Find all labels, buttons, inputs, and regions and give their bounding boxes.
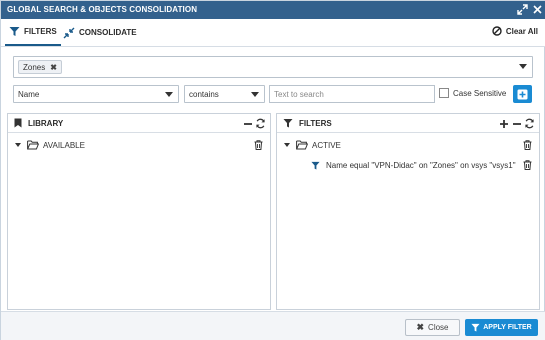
chevron-down-icon [165, 92, 173, 97]
trash-icon[interactable] [523, 140, 532, 150]
library-header: LIBRARY [8, 114, 270, 133]
tab-filters[interactable]: FILTERS [5, 19, 61, 46]
chevron-down-icon[interactable] [519, 64, 527, 69]
active-folder-label: ACTIVE [312, 140, 341, 150]
filters-panel: FILTERS ACTIVE Name equal "VPN-Didac" on [276, 113, 540, 310]
zones-multiselect[interactable]: Zones ✖ [13, 56, 533, 78]
bookmark-icon [14, 118, 22, 128]
window-title: GLOBAL SEARCH & OBJECTS CONSOLIDATION [7, 5, 198, 14]
clear-all-label: Clear All [505, 26, 538, 36]
tab-filters-label: FILTERS [24, 27, 57, 36]
filter-item[interactable]: Name equal "VPN-Didac" on "Zones" on vsy… [311, 161, 516, 170]
close-x-icon: ✖ [416, 322, 425, 332]
operator-select[interactable]: contains [184, 85, 265, 103]
add-filter-button[interactable] [513, 85, 532, 103]
close-button-label: Close [428, 323, 449, 332]
available-folder-label: AVAILABLE [43, 140, 85, 150]
library-panel: LIBRARY AVAILABLE [7, 113, 271, 310]
operator-select-value: contains [189, 90, 219, 99]
folder-open-icon [27, 140, 39, 150]
trash-icon[interactable] [523, 160, 532, 170]
active-folder-row[interactable]: ACTIVE [284, 140, 341, 150]
folder-open-icon [296, 140, 308, 150]
title-bar: GLOBAL SEARCH & OBJECTS CONSOLIDATION [1, 1, 545, 19]
case-sensitive-toggle[interactable]: Case Sensitive [439, 88, 506, 98]
search-input[interactable] [269, 85, 435, 103]
collapse-icon[interactable] [242, 118, 253, 129]
filter-icon [9, 27, 20, 36]
tab-consolidate[interactable]: CONSOLIDATE [63, 19, 137, 46]
apply-filter-label: APPLY FILTER [483, 324, 532, 331]
compress-arrows-icon [63, 27, 75, 38]
collapse-icon[interactable] [511, 118, 522, 129]
filter-item-text: Name equal "VPN-Didac" on "Zones" on vsy… [326, 161, 516, 170]
filter-icon [471, 323, 480, 332]
tab-bar: FILTERS CONSOLIDATE Clear All [1, 19, 545, 47]
library-title: LIBRARY [28, 118, 64, 128]
add-icon[interactable] [498, 118, 509, 129]
clear-all-button[interactable]: Clear All [492, 26, 538, 36]
apply-filter-button[interactable]: APPLY FILTER [465, 319, 538, 336]
case-sensitive-label: Case Sensitive [453, 88, 507, 98]
caret-down-icon[interactable] [284, 143, 290, 147]
filters-header: FILTERS [277, 114, 539, 133]
refresh-icon[interactable] [255, 118, 266, 129]
field-select[interactable]: Name [13, 85, 179, 103]
caret-down-icon[interactable] [15, 143, 21, 147]
tab-consolidate-label: CONSOLIDATE [79, 28, 137, 37]
global-search-dialog: GLOBAL SEARCH & OBJECTS CONSOLIDATION FI… [0, 0, 545, 340]
chevron-down-icon [251, 92, 259, 97]
maximize-icon[interactable] [517, 4, 528, 15]
zones-chip-label: Zones [23, 62, 46, 72]
filters-title: FILTERS [299, 118, 332, 128]
close-icon[interactable] [532, 4, 543, 15]
plus-square-icon [517, 89, 528, 99]
trash-icon[interactable] [254, 140, 263, 150]
chip-remove-icon[interactable]: ✖ [50, 63, 57, 72]
case-sensitive-checkbox[interactable] [439, 88, 449, 98]
zones-chip: Zones ✖ [18, 60, 62, 74]
filter-icon [311, 161, 320, 170]
field-select-value: Name [18, 90, 40, 99]
dialog-footer: ✖ Close APPLY FILTER [1, 311, 545, 340]
ban-icon [492, 26, 502, 36]
filter-icon [283, 118, 293, 128]
available-folder-row[interactable]: AVAILABLE [15, 140, 85, 150]
refresh-icon[interactable] [524, 118, 535, 129]
close-button[interactable]: ✖ Close [405, 319, 460, 336]
